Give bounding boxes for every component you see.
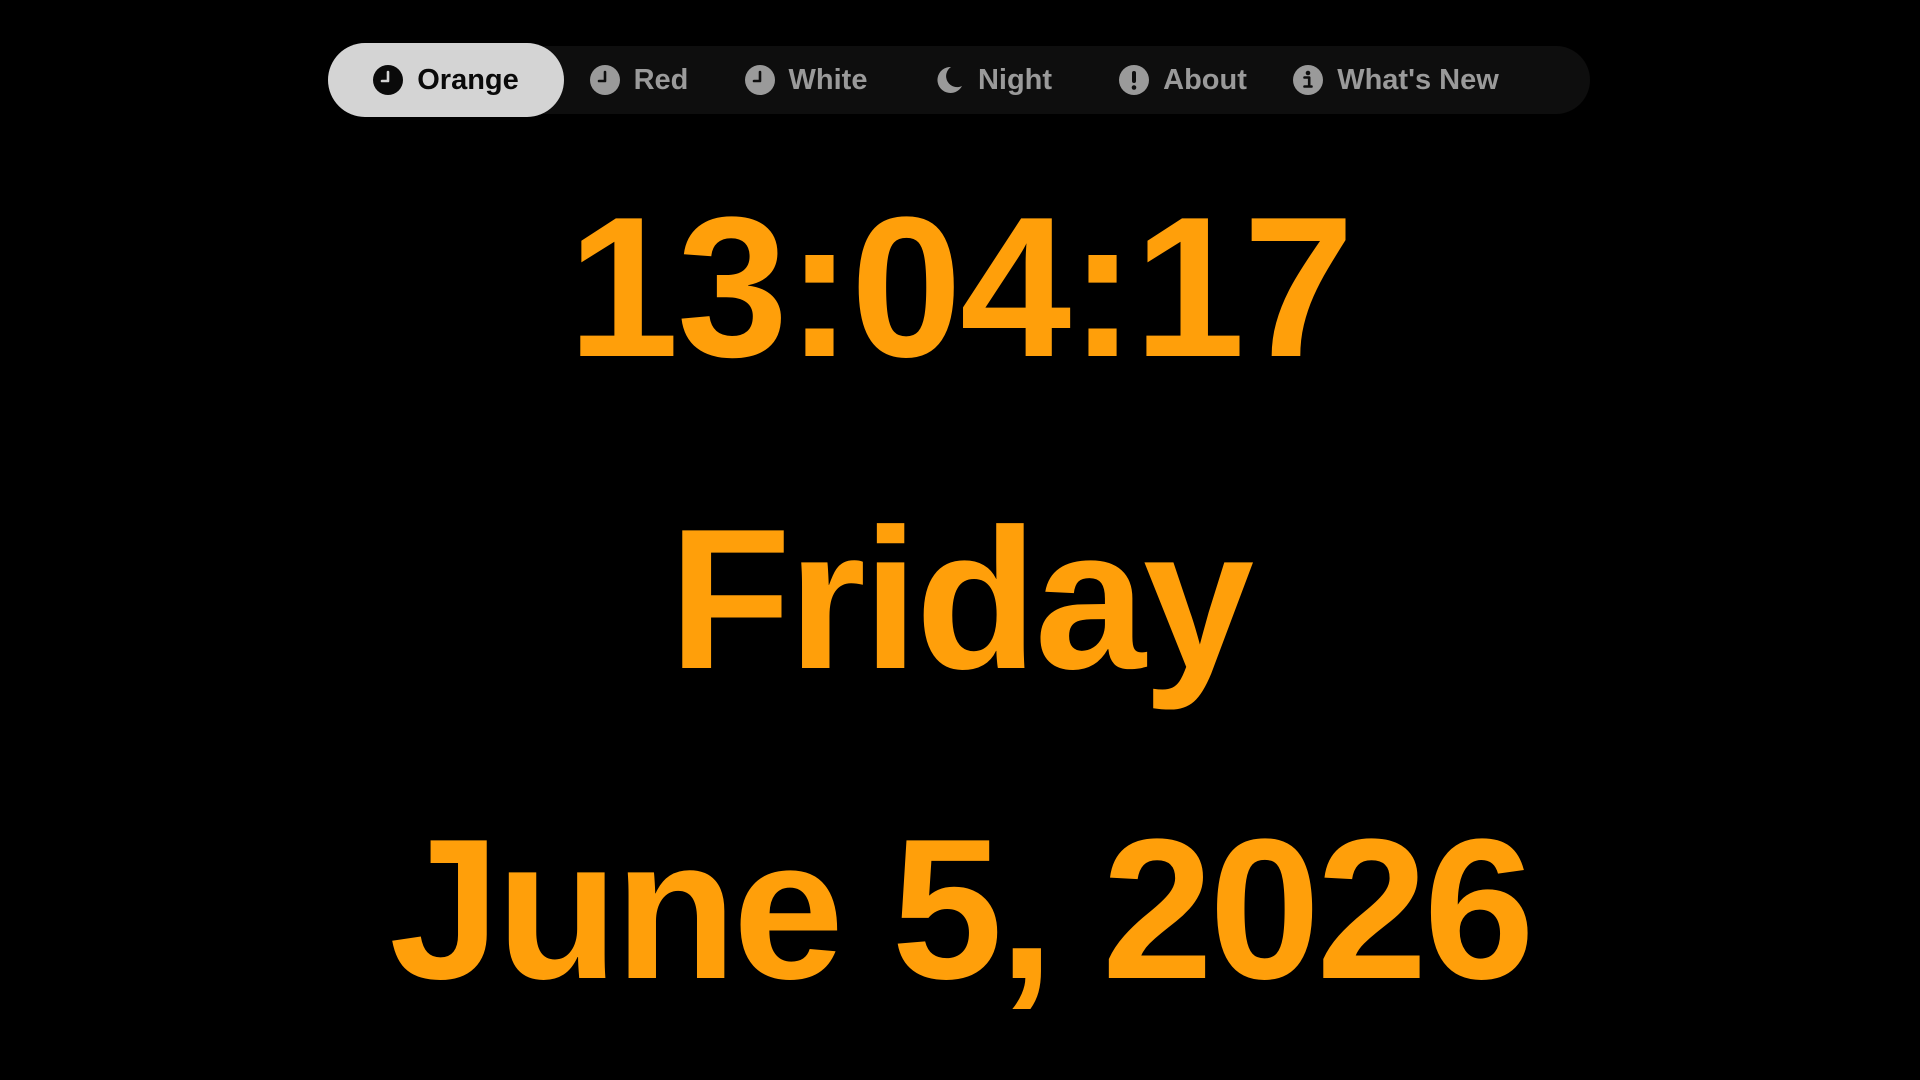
tab-orange[interactable]: Orange — [328, 43, 564, 117]
clock-date: June 5, 2026 — [389, 798, 1535, 1021]
clock-icon — [589, 65, 620, 95]
moon-icon — [934, 65, 964, 95]
tab-label: Night — [977, 63, 1053, 96]
tab-label: Red — [633, 63, 689, 96]
tab-label: Orange — [417, 63, 519, 96]
tab-white[interactable]: White — [714, 43, 898, 117]
info-circle-icon — [1293, 65, 1324, 95]
tab-label: What's New — [1337, 63, 1499, 96]
exclamation-circle-icon — [1119, 65, 1150, 95]
tab-about[interactable]: About — [1088, 43, 1278, 117]
tab-label: About — [1163, 63, 1247, 96]
clock-icon — [744, 65, 775, 95]
clock-icon — [373, 65, 404, 95]
tab-red[interactable]: Red — [564, 43, 714, 117]
tab-label: White — [788, 63, 868, 96]
theme-tab-bar: Orange Red White Night About What's New — [328, 43, 1590, 117]
tab-whats-new[interactable]: What's New — [1278, 43, 1514, 117]
clock-day: Friday — [668, 488, 1254, 711]
clock-time: 13:04:17 — [567, 176, 1355, 399]
tab-night[interactable]: Night — [898, 43, 1088, 117]
